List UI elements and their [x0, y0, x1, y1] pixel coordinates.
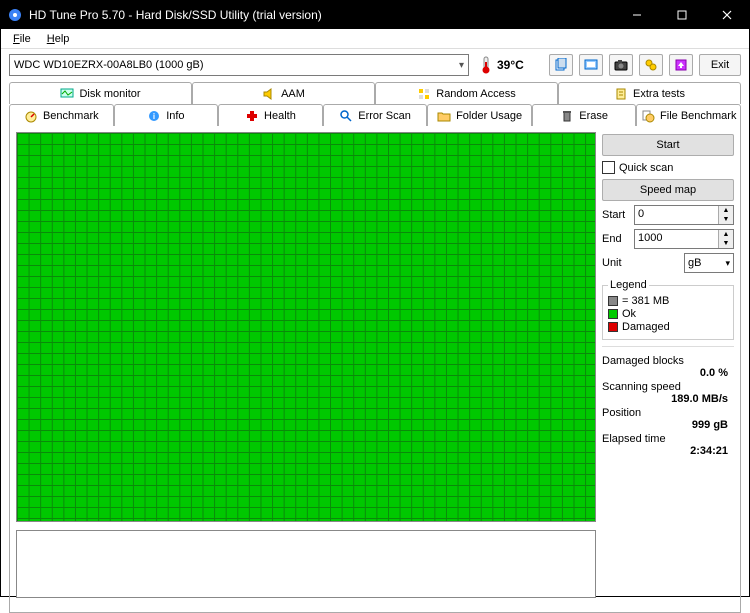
screenshot-button[interactable]	[609, 54, 633, 76]
tab-aam[interactable]: AAM	[192, 82, 375, 104]
scan-speed-value: 189.0 MB/s	[602, 393, 734, 405]
start-label: Start	[602, 209, 630, 221]
menu-help[interactable]: Help	[39, 31, 78, 47]
unit-label: Unit	[602, 257, 630, 269]
spin-up-icon[interactable]: ▲	[719, 206, 733, 215]
tab-info[interactable]: iInfo	[114, 104, 219, 126]
elapsed-value: 2:34:21	[602, 445, 734, 457]
tab-file-benchmark[interactable]: File Benchmark	[636, 104, 741, 126]
tab-disk-monitor[interactable]: Disk monitor	[9, 82, 192, 104]
scan-speed-label: Scanning speed	[602, 381, 734, 393]
legend-block-icon	[608, 296, 618, 306]
tests-icon	[614, 87, 628, 101]
start-button[interactable]: Start	[602, 134, 734, 156]
temperature-value: 39°C	[497, 58, 524, 72]
chevron-down-icon: ▾	[725, 258, 730, 269]
tab-erase[interactable]: Erase	[532, 104, 637, 126]
temperature-display: 39°C	[479, 56, 524, 74]
copy-screenshot-button[interactable]	[579, 54, 603, 76]
position-value: 999 gB	[602, 419, 734, 431]
damaged-blocks-label: Damaged blocks	[602, 355, 734, 367]
maximize-button[interactable]	[659, 1, 704, 29]
elapsed-label: Elapsed time	[602, 433, 734, 445]
speed-map-button[interactable]: Speed map	[602, 179, 734, 201]
titlebar: HD Tune Pro 5.70 - Hard Disk/SSD Utility…	[1, 1, 749, 29]
svg-text:i: i	[153, 112, 155, 121]
health-icon	[245, 109, 259, 123]
search-icon	[339, 109, 353, 123]
spin-down-icon[interactable]: ▼	[719, 215, 733, 224]
app-icon	[7, 7, 23, 23]
tab-folder-usage[interactable]: Folder Usage	[427, 104, 532, 126]
spin-down-icon[interactable]: ▼	[719, 239, 733, 248]
legend-ok-icon	[608, 309, 618, 319]
tab-row-1: Disk monitor AAM Random Access Extra tes…	[9, 81, 741, 103]
start-input[interactable]: 0 ▲▼	[634, 205, 734, 225]
file-gauge-icon	[641, 109, 655, 123]
scan-sidebar: Start Quick scan Speed map Start 0 ▲▼ En…	[602, 132, 734, 606]
chevron-down-icon: ▾	[459, 60, 464, 71]
tab-health[interactable]: Health	[218, 104, 323, 126]
log-output	[16, 530, 596, 598]
scan-block-grid	[16, 132, 596, 522]
copy-info-button[interactable]	[549, 54, 573, 76]
drive-select[interactable]: WDC WD10EZRX-00A8LB0 (1000 gB) ▾	[9, 54, 469, 76]
checkbox-icon	[602, 161, 615, 174]
random-icon	[417, 87, 431, 101]
quick-scan-checkbox[interactable]: Quick scan	[602, 160, 734, 175]
speaker-icon	[262, 87, 276, 101]
end-label: End	[602, 233, 630, 245]
erase-icon	[560, 109, 574, 123]
options-button[interactable]	[639, 54, 663, 76]
tab-content: Start Quick scan Speed map Start 0 ▲▼ En…	[9, 125, 741, 613]
minimize-button[interactable]	[614, 1, 659, 29]
info-icon: i	[147, 109, 161, 123]
legend-box: Legend = 381 MB Ok Damaged	[602, 279, 734, 340]
toolbar: WDC WD10EZRX-00A8LB0 (1000 gB) ▾ 39°C Ex…	[1, 49, 749, 81]
tab-benchmark[interactable]: Benchmark	[9, 104, 114, 126]
tab-error-scan[interactable]: Error Scan	[323, 104, 428, 126]
exit-button[interactable]: Exit	[699, 54, 741, 76]
tab-random-access[interactable]: Random Access	[375, 82, 558, 104]
tab-extra-tests[interactable]: Extra tests	[558, 82, 741, 104]
thermometer-icon	[479, 56, 493, 74]
window-title: HD Tune Pro 5.70 - Hard Disk/SSD Utility…	[29, 8, 614, 22]
monitor-icon	[60, 87, 74, 101]
tab-row-2: Benchmark iInfo Health Error Scan Folder…	[9, 103, 741, 125]
unit-select[interactable]: gB ▾	[684, 253, 734, 273]
gauge-icon	[24, 109, 38, 123]
folder-icon	[437, 109, 451, 123]
menu-file[interactable]: File	[5, 31, 39, 47]
position-label: Position	[602, 407, 734, 419]
close-button[interactable]	[704, 1, 749, 29]
menubar: File Help	[1, 29, 749, 49]
drive-select-text: WDC WD10EZRX-00A8LB0 (1000 gB)	[14, 59, 204, 71]
spin-up-icon[interactable]: ▲	[719, 230, 733, 239]
save-button[interactable]	[669, 54, 693, 76]
end-input[interactable]: 1000 ▲▼	[634, 229, 734, 249]
legend-damaged-icon	[608, 322, 618, 332]
damaged-blocks-value: 0.0 %	[602, 367, 734, 379]
